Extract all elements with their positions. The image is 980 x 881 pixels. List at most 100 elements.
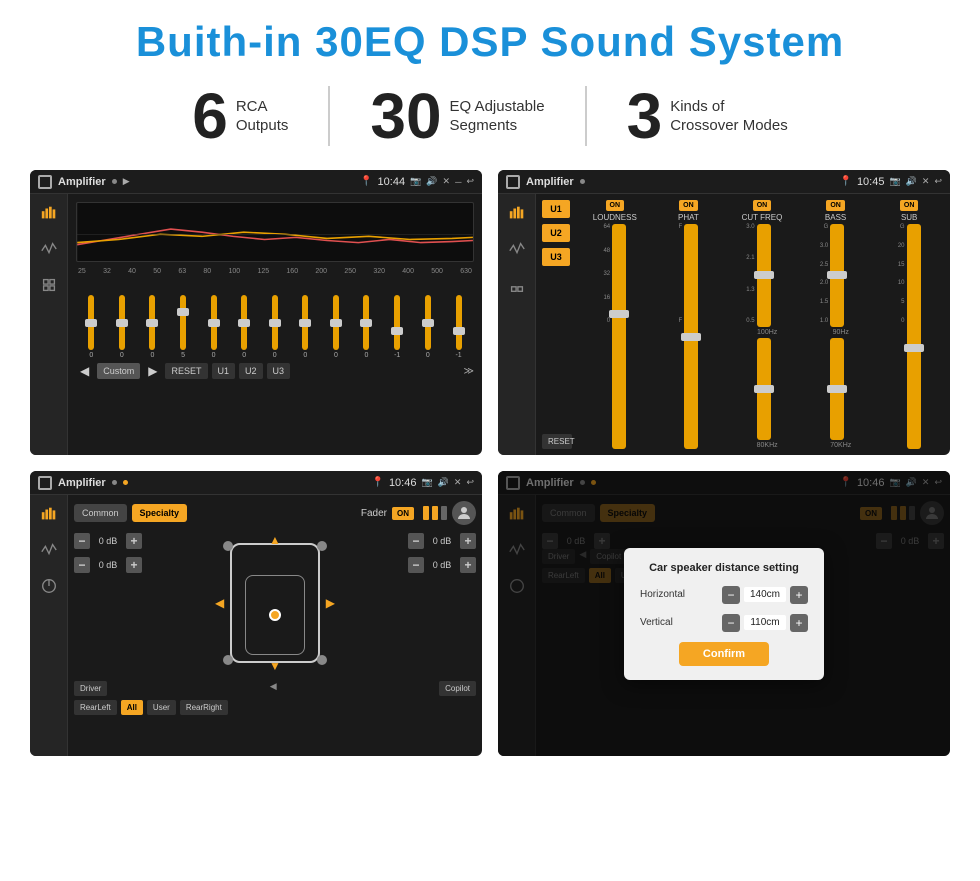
fader-icon-2[interactable] [38, 539, 60, 561]
dialog-horizontal-input: − 140cm + [722, 586, 808, 604]
eq-topbar-title: Amplifier [58, 176, 106, 188]
vertical-minus-btn[interactable]: − [722, 614, 740, 632]
fader-icon-3[interactable] [38, 575, 60, 597]
fader-topbar-right: 📍 10:46 📷 🔊 ✕ ↩ [371, 477, 474, 489]
pos-copilot[interactable]: Copilot [439, 681, 476, 696]
bass-slider-2[interactable] [830, 338, 844, 441]
pos-rearleft[interactable]: RearLeft [74, 700, 117, 715]
eq-status-dot [112, 179, 117, 184]
horizontal-minus-btn[interactable]: − [722, 586, 740, 604]
eq-next-arrow[interactable]: ▶ [144, 364, 161, 378]
db-minus-1[interactable]: − [74, 533, 90, 549]
cutfreq-on: ON [753, 200, 772, 211]
fader-db-ctrl-2: − 0 dB + [74, 557, 142, 573]
car-center-dot[interactable] [269, 609, 281, 621]
crossover-reset-btn[interactable]: RESET [542, 434, 572, 449]
bass-slider-1[interactable] [830, 224, 844, 327]
horizontal-value: 140cm [744, 587, 786, 602]
arrow-up[interactable]: ▲ [269, 533, 281, 547]
eq-back-icon: ↩ [466, 176, 474, 187]
eq-icon-1[interactable] [38, 202, 60, 224]
crossover-screen-card: Amplifier 📍 10:45 📷 🔊 ✕ ↩ [498, 170, 950, 455]
crossover-icon-3[interactable] [506, 274, 528, 296]
speaker-rr[interactable] [317, 655, 327, 665]
fader-car-area: ▲ ▼ ◀ ▶ [148, 533, 402, 673]
eq-u3-btn[interactable]: U3 [267, 363, 291, 379]
speaker-fr[interactable] [317, 541, 327, 551]
eq-main-area: 2532405063 80100125160200 25032040050063… [68, 194, 482, 455]
eq-slider-6: 0 [272, 295, 278, 359]
db-plus-4[interactable]: + [460, 557, 476, 573]
eq-vol-icon: 🔊 [426, 176, 437, 187]
fader-common-btn[interactable]: Common [74, 504, 127, 522]
phat-slider[interactable] [684, 224, 698, 449]
eq-icon-2[interactable] [38, 238, 60, 260]
dialog-horizontal-row: Horizontal − 140cm + [640, 586, 808, 604]
eq-slider-1: 0 [119, 295, 125, 359]
fader-specialty-btn[interactable]: Specialty [132, 504, 188, 522]
fader-arrow-left-sm: ◀ [111, 681, 435, 696]
ch-sub: ON SUB G20151050 [874, 200, 944, 449]
ch-bass: ON BASS G3.02.52.01.51.0 90Hz 70KHz [801, 200, 871, 449]
db-minus-2[interactable]: − [74, 557, 90, 573]
eq-slider-0: 0 [88, 295, 94, 359]
eq-reset-btn[interactable]: RESET [165, 363, 207, 379]
fader-label-text: Fader [361, 508, 387, 519]
pos-driver[interactable]: Driver [74, 681, 107, 696]
arrow-left[interactable]: ◀ [215, 596, 224, 610]
crossover-u1-btn[interactable]: U1 [542, 200, 570, 218]
eq-u2-btn[interactable]: U2 [239, 363, 263, 379]
loudness-label: LOUDNESS [593, 213, 637, 222]
arrow-right[interactable]: ▶ [326, 596, 335, 610]
bass-on: ON [826, 200, 845, 211]
crossover-u2-btn[interactable]: U2 [542, 224, 570, 242]
pos-user[interactable]: User [147, 700, 176, 715]
eq-labels: 2532405063 80100125160200 25032040050063… [76, 268, 474, 275]
eq-custom-btn[interactable]: Custom [97, 363, 140, 379]
horizontal-plus-btn[interactable]: + [790, 586, 808, 604]
confirm-button[interactable]: Confirm [679, 642, 769, 666]
fader-level-bars [423, 506, 447, 520]
db-minus-3[interactable]: − [408, 533, 424, 549]
fader-topbar-left: Amplifier [38, 476, 128, 490]
loudness-slider[interactable] [612, 224, 626, 449]
crossover-icon-2[interactable] [506, 238, 528, 260]
crossover-u3-btn[interactable]: U3 [542, 248, 570, 266]
db-plus-3[interactable]: + [460, 533, 476, 549]
db-plus-2[interactable]: + [126, 557, 142, 573]
ch-cutfreq: ON CUT FREQ 3.02.11.30.5 100Hz 80KHz [727, 200, 797, 449]
stat-rca-text: RCA Outputs [236, 97, 289, 136]
eq-buttons: ◀ Custom ▶ RESET U1 U2 U3 ≫ [76, 363, 474, 379]
cutfreq-slider-1[interactable] [757, 224, 771, 327]
eq-slider-11: 0 [425, 295, 431, 359]
fader-db-ctrl-3: − 0 dB + [408, 533, 476, 549]
cutfreq-slider-2[interactable] [757, 338, 771, 441]
home-icon-3[interactable] [38, 476, 52, 490]
crossover-icon-1[interactable] [506, 202, 528, 224]
eq-icon-3[interactable] [38, 274, 60, 296]
eq-pin-icon: 📍 [360, 176, 372, 187]
sub-slider[interactable] [907, 224, 921, 449]
home-icon[interactable] [38, 175, 52, 189]
eq-prev-arrow[interactable]: ◀ [76, 364, 93, 378]
db-minus-4[interactable]: − [408, 557, 424, 573]
crossover-close-icon: ✕ [922, 176, 930, 187]
stat-rca: 6 RCA Outputs [152, 84, 328, 148]
vertical-plus-btn[interactable]: + [790, 614, 808, 632]
speaker-fl[interactable] [223, 541, 233, 551]
dialog-vertical-row: Vertical − 110cm + [640, 614, 808, 632]
eq-graph [76, 202, 474, 262]
speaker-rl[interactable] [223, 655, 233, 665]
eq-slider-3: 5 [180, 295, 186, 359]
stat-eq-text: EQ Adjustable Segments [450, 97, 545, 136]
pos-all[interactable]: All [121, 700, 143, 715]
db-plus-1[interactable]: + [126, 533, 142, 549]
fader-dot2 [123, 480, 128, 485]
eq-u1-btn[interactable]: U1 [212, 363, 236, 379]
pos-rearright[interactable]: RearRight [180, 700, 228, 715]
fader-icon-1[interactable] [38, 503, 60, 525]
fader-vol-icon: 🔊 [438, 477, 449, 488]
arrow-down[interactable]: ▼ [269, 659, 281, 673]
fader-bar-3 [441, 506, 447, 520]
home-icon-2[interactable] [506, 175, 520, 189]
